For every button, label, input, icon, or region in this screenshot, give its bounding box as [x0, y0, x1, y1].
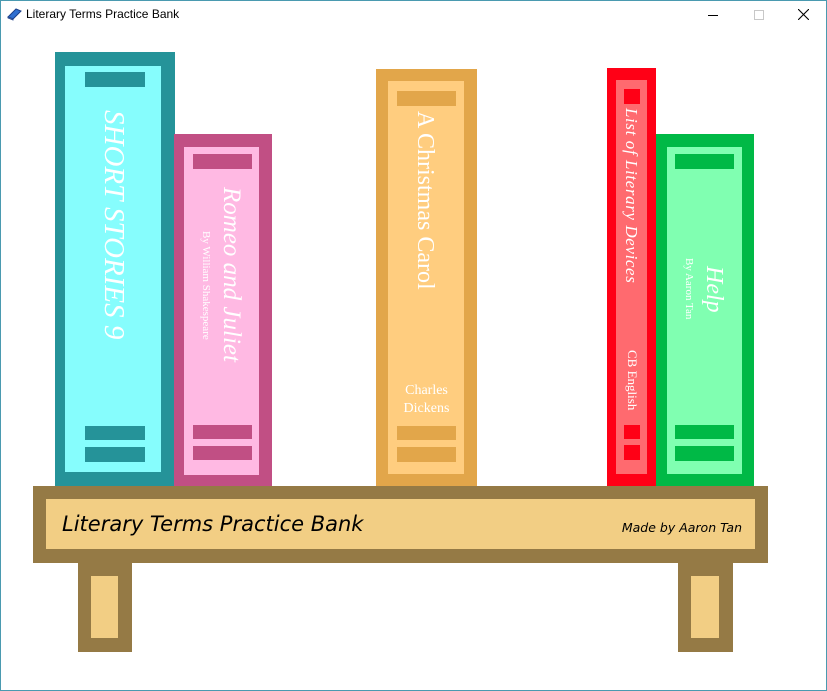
book-author: CB English	[625, 350, 640, 411]
credit-text: Made by Aaron Tan	[621, 520, 742, 535]
book-spine-band	[675, 425, 734, 439]
book-short-stories[interactable]: SHORT STORIES 9	[55, 52, 175, 486]
book-a-christmas-carol[interactable]: A Christmas Carol Charles Dickens	[376, 69, 477, 486]
window-title: Literary Terms Practice Bank	[26, 7, 180, 21]
book-spine-band	[624, 89, 640, 104]
book-title: A Christmas Carol	[412, 111, 438, 290]
book-title: List of Literary Devices	[622, 108, 641, 284]
maximize-icon	[754, 9, 764, 20]
book-title: Help	[701, 266, 727, 313]
book-author: Charles Dickens	[403, 383, 450, 416]
close-button[interactable]	[780, 1, 826, 28]
book-title: Romeo and Juliet	[218, 187, 245, 362]
bookshelf: Literary Terms Practice Bank Made by Aar…	[33, 486, 768, 563]
shelf-leg-left	[78, 563, 132, 652]
book-spine-band	[193, 425, 252, 439]
book-spine-band	[397, 426, 456, 440]
book-spine-band	[397, 447, 456, 462]
book-spine-band	[675, 154, 734, 169]
shelf-nameplate: Literary Terms Practice Bank Made by Aar…	[46, 499, 755, 549]
book-spine-band	[85, 447, 145, 462]
book-author: By Aaron Tan	[683, 258, 695, 320]
app-window: Literary Terms Practice Bank SHORT STORI…	[0, 0, 827, 691]
book-list-of-literary-devices[interactable]: List of Literary Devices CB English	[607, 68, 656, 486]
book-icon	[7, 8, 22, 21]
book-spine-band	[624, 425, 640, 439]
book-spine-band	[624, 445, 640, 460]
book-spine-band	[193, 446, 252, 460]
book-spine-band	[193, 154, 252, 169]
close-icon	[797, 9, 809, 20]
book-spine-band	[85, 426, 145, 440]
shelf-title: Literary Terms Practice Bank	[62, 512, 364, 536]
book-spine-band	[397, 91, 456, 106]
book-help[interactable]: Help By Aaron Tan	[656, 134, 754, 486]
book-title: SHORT STORIES 9	[98, 110, 130, 340]
book-spine-band	[85, 72, 145, 87]
book-spine-band	[675, 446, 734, 461]
minimize-icon	[708, 14, 718, 16]
shelf-leg-right	[678, 563, 733, 652]
title-bar: Literary Terms Practice Bank	[1, 1, 826, 28]
book-author: By William Shakespeare	[200, 231, 212, 340]
maximize-button[interactable]	[736, 1, 782, 28]
minimize-button[interactable]	[690, 1, 736, 28]
book-romeo-and-juliet[interactable]: Romeo and Juliet By William Shakespeare	[174, 134, 272, 486]
